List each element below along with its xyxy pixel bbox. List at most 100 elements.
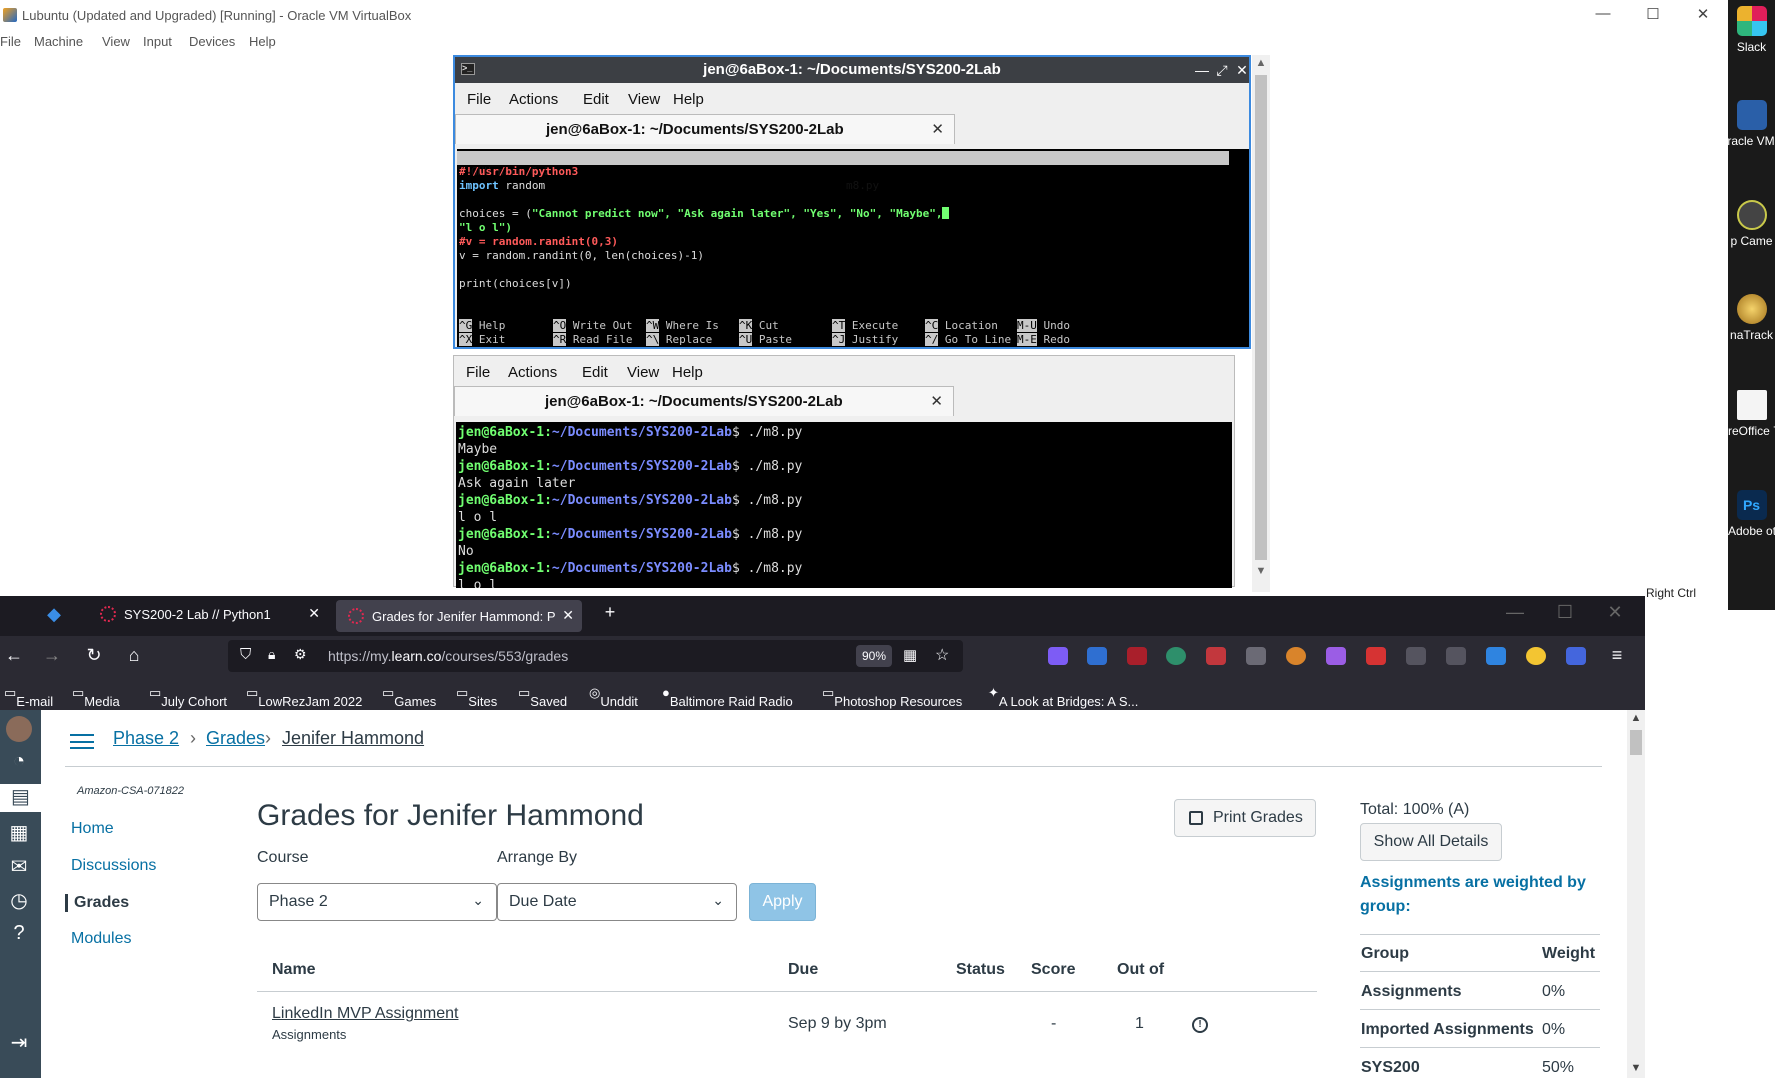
firefox-close-button[interactable]: ✕ [1603, 602, 1627, 623]
breadcrumb-student[interactable]: Jenifer Hammond [282, 728, 424, 749]
terminal-minimize-button[interactable]: — [1193, 57, 1211, 83]
show-all-details-button[interactable]: Show All Details [1360, 823, 1502, 861]
courses-icon[interactable]: ▤ [0, 784, 41, 812]
terminal-menu-file[interactable]: File [466, 364, 490, 381]
menu-help[interactable]: Help [249, 34, 276, 49]
hamburger-menu-icon[interactable] [70, 734, 94, 749]
page-scrollbar[interactable]: ▲ ▼ [1627, 710, 1645, 1078]
column-header-out-of[interactable]: Out of [1117, 961, 1164, 979]
new-tab-icon[interactable]: + [598, 602, 622, 623]
extension-icon[interactable] [1366, 647, 1386, 665]
bookmark-star-icon[interactable]: ☆ [935, 645, 949, 665]
column-header-status[interactable]: Status [956, 961, 1005, 979]
extension-icon[interactable] [1206, 647, 1226, 665]
menu-machine[interactable]: Machine [34, 34, 83, 49]
breadcrumb-phase-2[interactable]: Phase 2 [113, 728, 179, 749]
terminal-menu-actions[interactable]: Actions [508, 364, 557, 381]
tab-close-icon[interactable]: ✕ [931, 120, 944, 138]
course-nav-modules[interactable]: Modules [71, 930, 131, 948]
vm-scrollbar[interactable]: ▲ ▼ [1252, 55, 1270, 592]
desktop-icon-camera[interactable]: p Came [1728, 200, 1775, 248]
scrollbar-thumb[interactable] [1630, 730, 1642, 755]
forward-icon[interactable]: → [40, 645, 64, 666]
bookmark-saved[interactable]: ▭ Saved [518, 685, 567, 709]
course-nav-grades[interactable]: Grades [65, 894, 129, 912]
desktop-icon-slack[interactable]: Slack [1728, 6, 1775, 54]
menu-input[interactable]: Input [143, 34, 172, 49]
url-text[interactable]: https://my.learn.co/courses/553/grades [328, 648, 568, 664]
extension-icon[interactable] [1326, 647, 1346, 665]
assignment-link[interactable]: LinkedIn MVP Assignment [272, 1005, 458, 1023]
reader-icon[interactable]: ▦ [903, 646, 917, 664]
desktop-icon-photoshop[interactable]: Ps Adobe otosh... [1728, 490, 1775, 538]
scroll-down-icon[interactable]: ▼ [1627, 1062, 1645, 1074]
terminal-menu-view[interactable]: View [627, 364, 659, 381]
course-nav-discussions[interactable]: Discussions [71, 857, 156, 875]
calendar-icon[interactable]: ▦ [4, 820, 34, 848]
terminal-menu-help[interactable]: Help [673, 91, 704, 108]
terminal-menu-edit[interactable]: Edit [582, 364, 608, 381]
tab-close-icon[interactable]: ✕ [562, 607, 574, 624]
course-nav-home[interactable]: Home [71, 820, 114, 838]
tab-close-icon[interactable]: ✕ [930, 392, 943, 410]
list-tabs-icon[interactable]: ◆ [42, 604, 66, 625]
lock-icon[interactable]: 🔒︎ [268, 646, 275, 663]
ublock-icon[interactable] [1127, 647, 1147, 665]
menu-devices[interactable]: Devices [189, 34, 235, 49]
dashboard-icon[interactable]: ◔ [4, 750, 34, 778]
account-avatar[interactable] [6, 716, 32, 742]
bookmark-unddit[interactable]: ◎ Unddit [589, 685, 638, 709]
extension-icon[interactable] [1166, 647, 1186, 665]
terminal-tab[interactable]: jen@6aBox-1: ~/Documents/SYS200-2Lab ✕ [454, 386, 954, 416]
bookmark-email[interactable]: ▭ E-mail [4, 685, 53, 709]
breadcrumb-grades[interactable]: Grades [206, 728, 265, 749]
extension-icon[interactable] [1087, 647, 1107, 665]
column-header-name[interactable]: Name [272, 961, 316, 979]
extension-icon[interactable] [1286, 647, 1306, 665]
menu-view[interactable]: View [102, 34, 130, 49]
history-icon[interactable]: ◷ [4, 888, 34, 916]
extension-icon[interactable] [1566, 647, 1586, 665]
scrollbar-thumb[interactable] [1255, 75, 1267, 560]
menu-file[interactable]: File [0, 34, 21, 49]
terminal-menu-view[interactable]: View [628, 91, 660, 108]
zoom-level[interactable]: 90% [856, 645, 892, 667]
extension-icon[interactable] [1526, 647, 1546, 665]
arrange-by-select[interactable]: Due Date ⌄ [497, 883, 737, 921]
column-header-score[interactable]: Score [1031, 961, 1075, 979]
firefox-minimize-button[interactable]: — [1503, 602, 1527, 623]
scroll-up-icon[interactable]: ▲ [1627, 712, 1645, 724]
terminal-close-button[interactable]: ✕ [1233, 57, 1251, 83]
help-icon[interactable]: ? [4, 922, 34, 950]
course-select[interactable]: Phase 2 ⌄ [257, 883, 497, 921]
inbox-icon[interactable]: ✉ [4, 854, 34, 882]
bookmark-baltimore-raid-radio[interactable]: ● Baltimore Raid Radio [662, 685, 793, 709]
back-icon[interactable]: ← [2, 645, 26, 666]
desktop-icon-libreoffice[interactable]: reOffice 7.3 [1728, 390, 1775, 438]
column-header-due[interactable]: Due [788, 961, 818, 979]
desktop-icon-track[interactable]: naTrack [1728, 294, 1775, 342]
bash-output[interactable]: jen@6aBox-1:~/Documents/SYS200-2Lab$ ./m… [456, 422, 1232, 588]
desktop-icon-virtualbox[interactable]: Oracle VM VirtualBox [1728, 100, 1775, 148]
extension-icon[interactable] [1406, 647, 1426, 665]
nano-editor[interactable]: GNU nano 6.2 m8.py #!/usr/bin/python3 im… [457, 149, 1249, 347]
home-icon[interactable]: ⌂ [122, 645, 146, 666]
extension-icon[interactable] [1446, 647, 1466, 665]
reload-icon[interactable]: ↻ [82, 645, 106, 666]
extension-icon[interactable] [1246, 647, 1266, 665]
terminal-restore-button[interactable]: ⤢ [1213, 57, 1231, 83]
terminal-tab[interactable]: jen@6aBox-1: ~/Documents/SYS200-2Lab ✕ [455, 114, 955, 144]
download-icon[interactable] [1048, 647, 1068, 665]
bookmark-lowrezjam[interactable]: ▭ LowRezJam 2022 [246, 685, 362, 709]
print-grades-button[interactable]: Print Grades [1174, 799, 1316, 837]
minimize-button[interactable]: — [1588, 5, 1618, 22]
terminal-menu-file[interactable]: File [467, 91, 491, 108]
collapse-nav-icon[interactable]: ⇥ [4, 1030, 34, 1058]
bookmark-july-cohort[interactable]: ▭ July Cohort [149, 685, 227, 709]
bookmark-photoshop-resources[interactable]: ▭ Photoshop Resources [822, 685, 962, 709]
extension-icon[interactable] [1486, 647, 1506, 665]
terminal-menu-help[interactable]: Help [672, 364, 703, 381]
firefox-maximize-button[interactable]: ☐ [1553, 602, 1577, 623]
tab-close-icon[interactable]: ✕ [308, 605, 320, 622]
terminal-menu-edit[interactable]: Edit [583, 91, 609, 108]
